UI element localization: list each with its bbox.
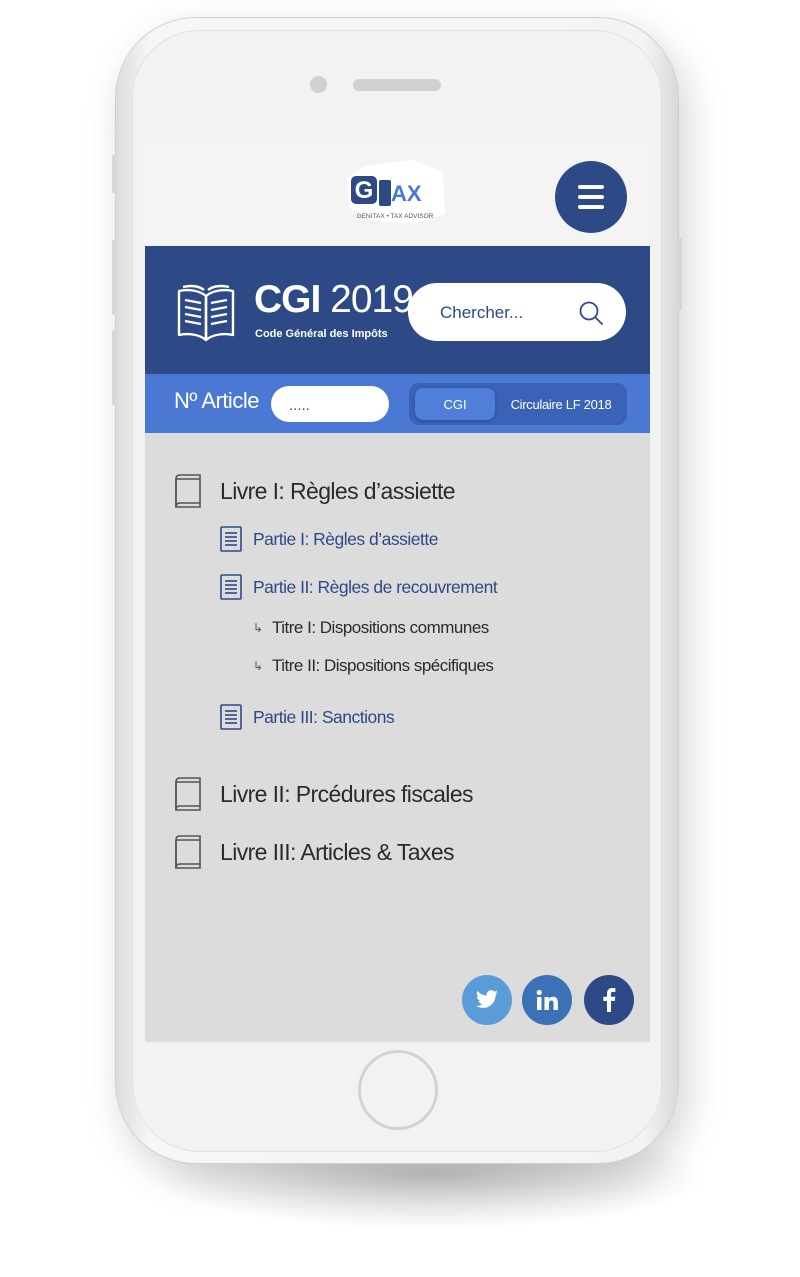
hamburger-icon-line xyxy=(578,205,604,209)
livre-item[interactable]: Livre I: Règles d’assiette xyxy=(173,473,456,509)
hamburger-icon-line xyxy=(578,195,604,199)
partie-label: Partie I: Règles d’assiette xyxy=(253,528,438,549)
search-icon[interactable] xyxy=(578,300,604,326)
book-icon xyxy=(175,777,201,811)
volume-up-button xyxy=(112,240,116,315)
twitter-icon xyxy=(476,990,498,1008)
power-button xyxy=(678,238,682,310)
livre-label: Livre II: Prcédures fiscales xyxy=(220,780,474,807)
mute-switch xyxy=(112,155,116,193)
front-camera xyxy=(310,76,327,93)
toggle-cgi[interactable]: CGI xyxy=(415,388,495,420)
earpiece-speaker xyxy=(353,79,441,91)
sub-arrow-icon: ↳ xyxy=(253,659,264,673)
linkedin-icon xyxy=(536,989,558,1010)
article-bar: Nº Article CGI Circulaire LF 2018 xyxy=(145,374,650,433)
home-button[interactable] xyxy=(358,1050,438,1130)
hamburger-icon-line xyxy=(578,185,604,189)
titre-item[interactable]: ↳ Titre II: Dispositions spécifiques xyxy=(253,656,494,676)
livre-label: Livre III: Articles & Taxes xyxy=(220,838,455,865)
source-toggle: CGI Circulaire LF 2018 xyxy=(409,383,627,425)
book-icon xyxy=(175,835,201,869)
page-title: CGI 2019 xyxy=(254,278,414,321)
partie-label: Partie III: Sanctions xyxy=(253,706,395,727)
facebook-icon xyxy=(603,988,616,1012)
document-icon xyxy=(220,704,242,730)
svg-text:AX: AX xyxy=(391,181,422,206)
search-bar[interactable] xyxy=(408,283,626,341)
book-icon xyxy=(175,474,201,508)
search-input[interactable] xyxy=(438,297,572,329)
volume-down-button xyxy=(112,330,116,405)
document-icon xyxy=(220,574,242,600)
article-number-label: Nº Article xyxy=(174,388,259,413)
page-subtitle: Code Général des Impôts xyxy=(255,328,388,340)
partie-label: Partie II: Règles de recouvrement xyxy=(253,576,498,597)
article-number-input[interactable] xyxy=(287,392,351,418)
partie-item[interactable]: Partie III: Sanctions xyxy=(220,704,395,730)
facebook-button[interactable] xyxy=(584,975,634,1025)
code-tree: Livre I: Règles d’assiette Partie I: Règ… xyxy=(145,433,650,1042)
gtax-logo[interactable]: G AX GENITAX • TAX ADVISOR xyxy=(343,158,449,228)
app-screen: G AX GENITAX • TAX ADVISOR CGI 2019 Code… xyxy=(145,142,650,1042)
partie-item[interactable]: Partie II: Règles de recouvrement xyxy=(220,574,498,600)
article-number-field[interactable] xyxy=(271,386,509,422)
menu-button[interactable] xyxy=(555,161,627,233)
cgi-header: CGI 2019 Code Général des Impôts xyxy=(145,246,650,374)
toggle-circulaire[interactable]: Circulaire LF 2018 xyxy=(501,388,621,420)
titre-label: Titre I: Dispositions communes xyxy=(272,618,489,637)
livre-label: Livre I: Règles d’assiette xyxy=(220,477,456,504)
sub-arrow-icon: ↳ xyxy=(253,621,264,635)
partie-item[interactable]: Partie I: Règles d’assiette xyxy=(220,526,438,552)
document-icon xyxy=(220,526,242,552)
livre-item[interactable]: Livre III: Articles & Taxes xyxy=(173,834,455,870)
twitter-button[interactable] xyxy=(462,975,512,1025)
svg-text:G: G xyxy=(355,177,374,204)
svg-text:GENITAX • TAX ADVISOR: GENITAX • TAX ADVISOR xyxy=(357,213,434,220)
titre-label: Titre II: Dispositions spécifiques xyxy=(272,656,494,675)
linkedin-button[interactable] xyxy=(522,975,572,1025)
top-bar: G AX GENITAX • TAX ADVISOR xyxy=(145,142,650,246)
titre-item[interactable]: ↳ Titre I: Dispositions communes xyxy=(253,618,489,638)
open-book-icon xyxy=(177,284,235,342)
livre-item[interactable]: Livre II: Prcédures fiscales xyxy=(173,776,474,812)
